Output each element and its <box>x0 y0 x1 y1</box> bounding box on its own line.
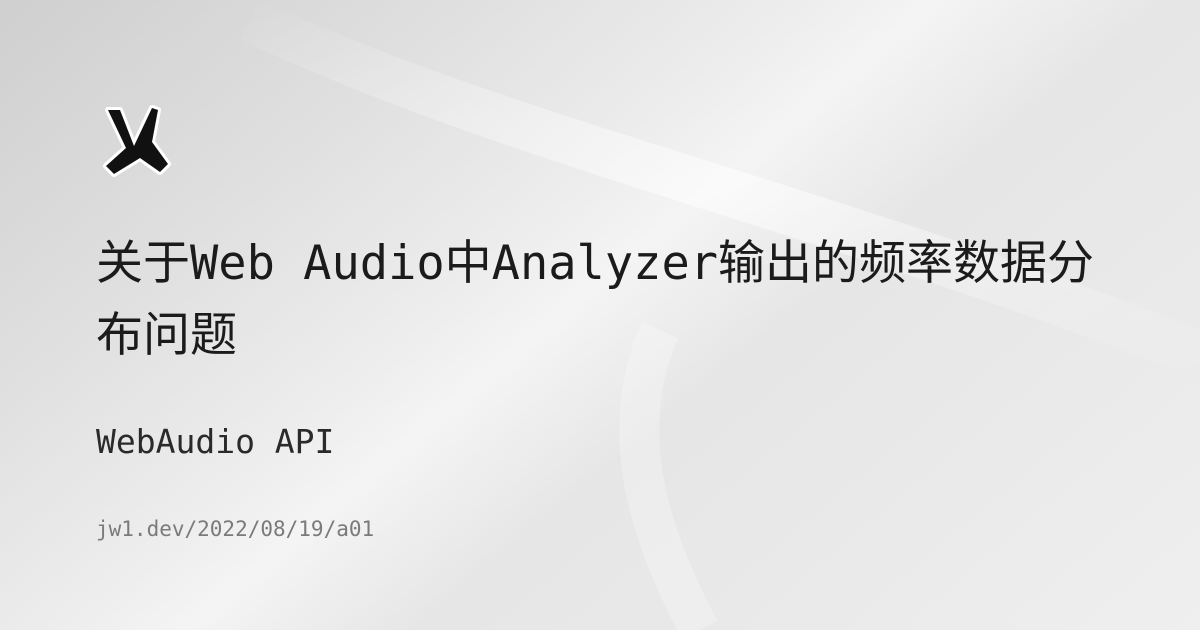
post-title: 关于Web Audio中Analyzer输出的频率数据分布问题 <box>96 236 1095 363</box>
post-url: jw1.dev/2022/08/19/a01 <box>96 517 375 541</box>
bird-logo-icon <box>103 105 171 177</box>
og-card: 关于Web Audio中Analyzer输出的频率数据分布问题 WebAudio… <box>0 0 1200 630</box>
post-category: WebAudio API <box>96 422 335 461</box>
